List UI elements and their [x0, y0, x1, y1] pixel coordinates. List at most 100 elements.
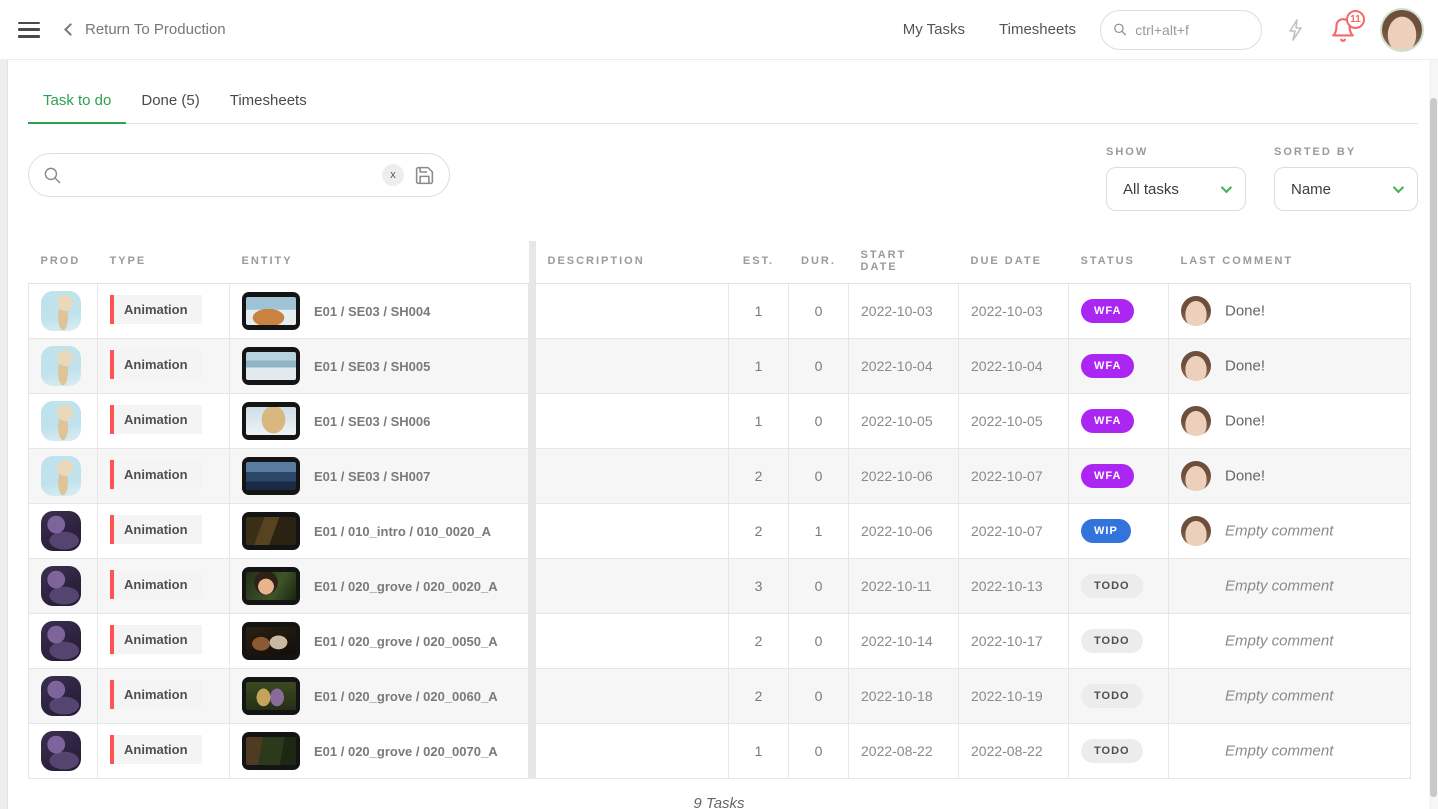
column-resize-handle[interactable] — [529, 339, 536, 394]
column-resize-handle[interactable] — [529, 669, 536, 724]
entity-thumbnail — [242, 292, 300, 330]
estimation-cell: 2 — [729, 669, 789, 724]
entity-thumbnail — [242, 347, 300, 385]
tab-timesheets[interactable]: Timesheets — [215, 86, 322, 124]
task-type-badge: Animation — [110, 515, 202, 544]
start-date-cell: 2022-10-03 — [849, 284, 959, 339]
back-to-production-link[interactable]: Return To Production — [66, 21, 226, 38]
table-row[interactable]: Animation E01 / SE03 / SH006 1 0 2022-10… — [29, 394, 1411, 449]
duration-cell: 0 — [789, 394, 849, 449]
comment-author-avatar — [1181, 351, 1211, 381]
show-select-group: SHOW All tasks — [1106, 146, 1246, 211]
status-badge[interactable]: WFA — [1081, 354, 1134, 378]
menu-icon[interactable] — [18, 22, 40, 38]
filter-row: x SHOW All tasks SORTED BY Name — [28, 146, 1418, 211]
status-badge[interactable]: TODO — [1081, 629, 1143, 653]
task-type-badge: Animation — [110, 680, 202, 709]
duration-cell: 1 — [789, 504, 849, 559]
task-filter-box[interactable]: x — [28, 153, 450, 197]
table-row[interactable]: Animation E01 / SE03 / SH004 1 0 2022-10… — [29, 284, 1411, 339]
notification-count-badge: 11 — [1346, 10, 1365, 29]
estimation-cell: 2 — [729, 504, 789, 559]
status-badge[interactable]: WFA — [1081, 409, 1134, 433]
notifications-button[interactable]: 11 — [1330, 17, 1356, 43]
table-row[interactable]: Animation E01 / 020_grove / 020_0070_A 1… — [29, 724, 1411, 779]
user-avatar[interactable] — [1380, 8, 1424, 52]
duration-cell: 0 — [789, 284, 849, 339]
table-row[interactable]: Animation E01 / SE03 / SH005 1 0 2022-10… — [29, 339, 1411, 394]
column-header-start-date: START DATE — [849, 241, 959, 284]
column-header-entity: ENTITY — [230, 241, 529, 284]
save-filter-button[interactable] — [414, 165, 435, 186]
scrollbar-thumb[interactable] — [1430, 98, 1437, 797]
tab-task-to-do[interactable]: Task to do — [28, 86, 126, 124]
status-badge[interactable]: WIP — [1081, 519, 1131, 543]
entity-thumbnail — [242, 677, 300, 715]
column-header-due-date: DUE DATE — [959, 241, 1069, 284]
search-icon — [1113, 21, 1127, 38]
comment-author-avatar — [1181, 681, 1211, 711]
show-select-value: All tasks — [1123, 181, 1179, 198]
last-comment-text: Empty comment — [1225, 523, 1333, 540]
table-row[interactable]: Animation E01 / 020_grove / 020_0060_A 2… — [29, 669, 1411, 724]
last-comment-text: Empty comment — [1225, 743, 1333, 760]
status-badge[interactable]: TODO — [1081, 739, 1143, 763]
quick-actions-button[interactable] — [1284, 18, 1308, 42]
show-select[interactable]: All tasks — [1106, 167, 1246, 211]
production-thumbnail — [41, 401, 81, 441]
back-link-label: Return To Production — [85, 21, 226, 38]
task-type-badge: Animation — [110, 405, 202, 434]
estimation-cell: 1 — [729, 724, 789, 779]
task-filter-input[interactable] — [72, 167, 372, 183]
start-date-cell: 2022-08-22 — [849, 724, 959, 779]
task-type-badge: Animation — [110, 735, 202, 764]
sorted-by-select[interactable]: Name — [1274, 167, 1418, 211]
chevron-down-icon — [1393, 182, 1404, 193]
start-date-cell: 2022-10-04 — [849, 339, 959, 394]
column-resize-handle[interactable] — [529, 504, 536, 559]
clear-filter-button[interactable]: x — [382, 164, 404, 186]
estimation-cell: 1 — [729, 394, 789, 449]
estimation-cell: 2 — [729, 449, 789, 504]
nav-timesheets[interactable]: Timesheets — [999, 21, 1076, 38]
production-thumbnail — [41, 456, 81, 496]
due-date-cell: 2022-10-13 — [959, 559, 1069, 614]
table-row[interactable]: Animation E01 / 020_grove / 020_0020_A 3… — [29, 559, 1411, 614]
table-row[interactable]: Animation E01 / 020_grove / 020_0050_A 2… — [29, 614, 1411, 669]
tab-done[interactable]: Done (5) — [126, 86, 214, 124]
column-resize-handle[interactable] — [529, 559, 536, 614]
comment-author-avatar — [1181, 736, 1211, 766]
column-header-status: STATUS — [1069, 241, 1169, 284]
description-cell — [536, 559, 729, 614]
column-resize-handle[interactable] — [529, 449, 536, 504]
column-resize-handle[interactable] — [529, 614, 536, 669]
entity-name: E01 / SE03 / SH004 — [314, 304, 430, 319]
task-type-badge: Animation — [110, 625, 202, 654]
global-search-box[interactable] — [1100, 10, 1262, 50]
column-header-estimation: EST. — [729, 241, 789, 284]
task-type-badge: Animation — [110, 350, 202, 379]
due-date-cell: 2022-10-05 — [959, 394, 1069, 449]
column-resize-handle[interactable] — [529, 724, 536, 779]
nav-my-tasks[interactable]: My Tasks — [903, 21, 965, 38]
sorted-by-select-group: SORTED BY Name — [1274, 146, 1418, 211]
start-date-cell: 2022-10-11 — [849, 559, 959, 614]
column-resize-handle[interactable] — [529, 284, 536, 339]
status-badge[interactable]: TODO — [1081, 574, 1143, 598]
start-date-cell: 2022-10-06 — [849, 504, 959, 559]
status-badge[interactable]: TODO — [1081, 684, 1143, 708]
table-row[interactable]: Animation E01 / SE03 / SH007 2 0 2022-10… — [29, 449, 1411, 504]
status-badge[interactable]: WFA — [1081, 464, 1134, 488]
status-badge[interactable]: WFA — [1081, 299, 1134, 323]
vertical-scrollbar[interactable] — [1429, 60, 1438, 809]
description-cell — [536, 614, 729, 669]
global-search-input[interactable] — [1135, 22, 1249, 38]
task-count-footer: 9 Tasks — [28, 795, 1410, 809]
description-cell — [536, 284, 729, 339]
table-row[interactable]: Animation E01 / 010_intro / 010_0020_A 2… — [29, 504, 1411, 559]
column-resize-handle[interactable] — [529, 241, 536, 284]
entity-name: E01 / 010_intro / 010_0020_A — [314, 524, 491, 539]
production-thumbnail — [41, 731, 81, 771]
column-resize-handle[interactable] — [529, 394, 536, 449]
last-comment-text: Done! — [1225, 468, 1265, 485]
